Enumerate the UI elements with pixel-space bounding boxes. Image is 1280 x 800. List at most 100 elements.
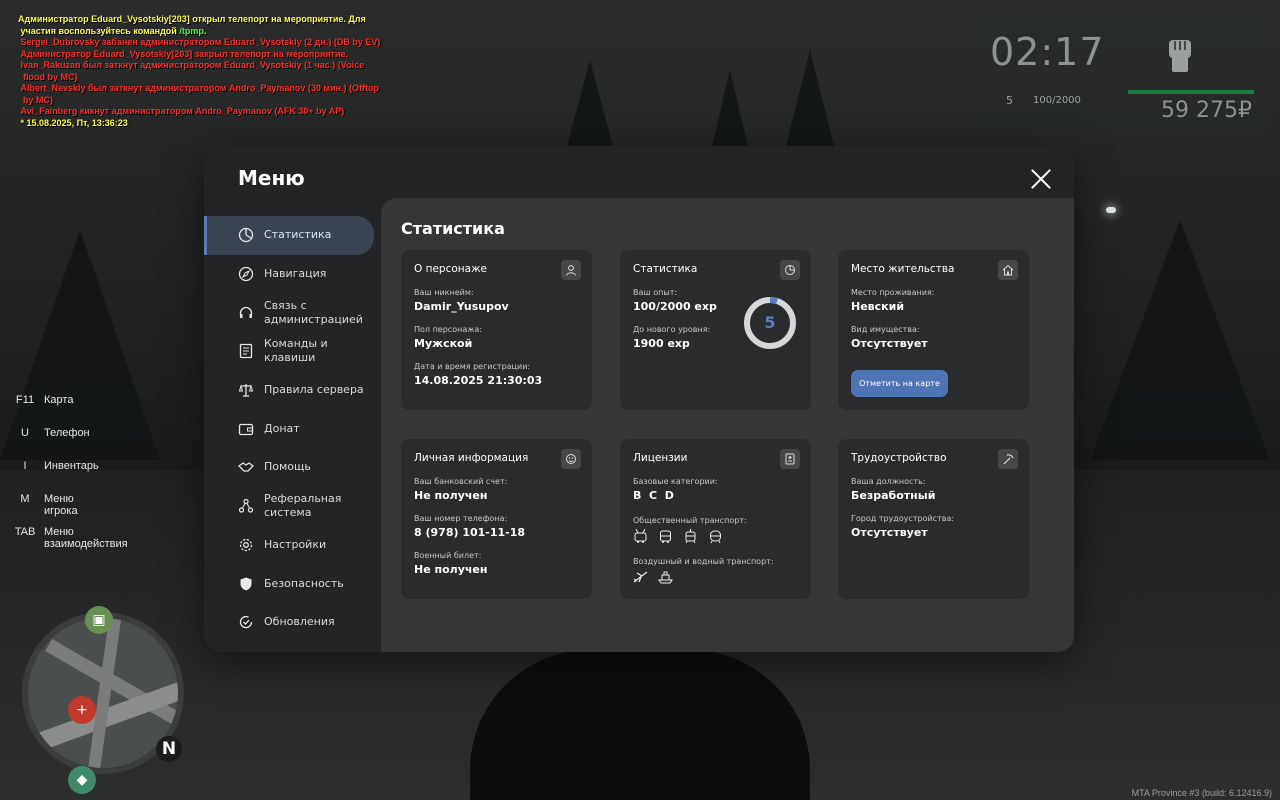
trolleybus-icon: [634, 529, 647, 543]
sidebar-item[interactable]: Настройки: [204, 526, 380, 565]
tram-icon: [685, 529, 696, 544]
chat-text: Albert_Nevskiy был заткнут администратор…: [20, 83, 379, 105]
menu-sidebar: Статистика Навигация Связь с администрацие…: [204, 216, 380, 642]
bus-icon: [660, 530, 671, 543]
phone-value: 8 (978) 101-11-18: [414, 526, 526, 539]
air-water-label: Воздушный и водный транспорт:: [633, 557, 774, 566]
document-list-icon: [239, 344, 253, 359]
military-label: Военный билет:: [414, 551, 482, 560]
chat-line: * 15.08.2025, Пт, 13:36:23: [18, 118, 388, 130]
sidebar-item[interactable]: Донат: [204, 409, 380, 448]
next-level-label: До нового уровня:: [633, 325, 711, 334]
chat-text: Ivan_Rakuzan был заткнут администратором…: [20, 60, 365, 82]
health-bar: [1128, 90, 1254, 94]
key-hint-label: Меню взаимодействия: [44, 526, 128, 550]
mark-on-map-button[interactable]: Отметить на карте: [851, 370, 948, 397]
user-icon: [561, 260, 581, 280]
sidebar-item-label: Безопасность: [264, 576, 344, 590]
shield-icon: [240, 577, 252, 591]
position-label: Ваша должность:: [851, 477, 926, 486]
sidebar-item-label: Донат: [264, 421, 300, 435]
nick-value: Damir_Yusupov: [414, 300, 509, 313]
sidebar-item[interactable]: Статистика: [204, 216, 374, 255]
exp-label: Ваш опыт:: [633, 288, 678, 297]
player-menu: Меню Статистика Навигация Связь с админист…: [204, 146, 1074, 652]
next-level-value: 1900 exp: [633, 337, 690, 350]
public-transport-icons: [633, 529, 723, 544]
sidebar-item-label: Статистика: [264, 228, 332, 242]
residence-place-label: Место проживания:: [851, 288, 935, 297]
wallet-icon: [238, 423, 254, 435]
card-title: О персонаже: [414, 263, 488, 275]
sidebar-item-label: Правила сервера: [264, 383, 364, 397]
card-title: Трудоустройство: [851, 452, 947, 464]
air-water-icons: [633, 570, 673, 585]
tree: [1090, 220, 1270, 460]
sidebar-item[interactable]: Реферальная система: [204, 487, 380, 526]
street-lamp: [1106, 207, 1116, 213]
key-hint-key: U: [21, 427, 29, 439]
metro-icon: [710, 530, 721, 544]
minimap-north-icon: N: [156, 736, 182, 762]
handshake-icon: [238, 462, 254, 473]
sidebar-item-label: Команды и клавиши: [264, 337, 328, 365]
minimap-car-icon: ◆: [68, 766, 96, 794]
gear-icon: [239, 538, 253, 551]
sidebar-item[interactable]: Команды и клавиши: [204, 332, 380, 371]
key-hint-key: M: [20, 493, 30, 505]
card-job: Трудоустройство Ваша должность: Безработ…: [838, 439, 1029, 599]
close-button[interactable]: [1030, 168, 1052, 190]
gender-value: Мужской: [414, 337, 473, 350]
card-personal: Личная информация Ваш банковский счет: Н…: [401, 439, 592, 599]
player-character: [470, 650, 810, 800]
scales-icon: [238, 384, 254, 397]
military-value: Не получен: [414, 563, 488, 576]
minimap-bus-icon: ▣: [85, 606, 113, 634]
pickaxe-icon: [998, 449, 1018, 469]
hud-panel: 02:17 5 100/2000 59 275₽: [978, 18, 1268, 132]
sidebar-item-label: Навигация: [264, 267, 327, 281]
sidebar-item[interactable]: Связь с администрацией: [204, 293, 380, 332]
sidebar-item-label: Реферальная система: [264, 492, 342, 520]
chat-text: Avi_Fainberg кикнут администратором Andr…: [18, 106, 345, 116]
sidebar-item[interactable]: Помощь: [204, 448, 380, 487]
chat-text: Администратор Eduard_Vysotskiy[203] закр…: [18, 48, 349, 59]
minimap-road: [86, 618, 122, 768]
key-hint-label: Меню игрока: [44, 493, 78, 517]
bank-label: Ваш банковский счет:: [414, 477, 508, 486]
build-info: MTA Province #3 (build: 6.12416.9): [1131, 788, 1272, 798]
pie-chart-icon: [238, 228, 254, 243]
card-stats: Статистика Ваш опыт: 100/2000 exp До нов…: [620, 250, 811, 410]
hud-money: 59 275₽: [1161, 98, 1252, 123]
network-icon: [238, 499, 254, 513]
chat-line: Sergei_Dubrovsky забанен администратором…: [18, 37, 388, 49]
card-residence: Место жительства Место проживания: Невск…: [838, 250, 1029, 410]
chat-line: Администратор Eduard_Vysotskiy[203] закр…: [18, 49, 388, 61]
sidebar-item-label: Обновления: [264, 615, 335, 629]
sidebar-item[interactable]: Навигация: [204, 255, 380, 294]
chart-icon: [780, 260, 800, 280]
chat-line: Albert_Nevskiy был заткнут администратор…: [18, 83, 388, 106]
card-title: Личная информация: [414, 452, 529, 464]
base-categories-label: Базовые категории:: [633, 477, 718, 486]
sidebar-item-label: Настройки: [264, 537, 327, 551]
chat-text: Sergei_Dubrovsky забанен администратором…: [18, 37, 381, 47]
property-label: Вид имущества:: [851, 325, 920, 334]
compass-icon: [238, 266, 254, 282]
sidebar-item[interactable]: Обновления: [204, 603, 380, 642]
hud-level: 5: [1006, 94, 1013, 107]
residence-place-value: Невский: [851, 300, 905, 313]
job-city-label: Город трудоустройства:: [851, 514, 955, 523]
bank-value: Не получен: [414, 489, 488, 502]
sidebar-item[interactable]: Безопасность: [204, 564, 380, 603]
license-icon: [780, 449, 800, 469]
phone-label: Ваш номер телефона:: [414, 514, 508, 523]
chat-text: /tpmp: [179, 25, 204, 36]
sidebar-item-label: Помощь: [264, 460, 311, 474]
sidebar-item[interactable]: Правила сервера: [204, 371, 380, 410]
base-categories-value: B C D: [633, 489, 674, 502]
reg-value: 14.08.2025 21:30:03: [414, 374, 543, 387]
hud-clock: 02:17: [990, 30, 1105, 74]
chat-line: Администратор Eduard_Vysotskiy[203] откр…: [18, 14, 388, 37]
content-title: Статистика: [401, 219, 505, 238]
